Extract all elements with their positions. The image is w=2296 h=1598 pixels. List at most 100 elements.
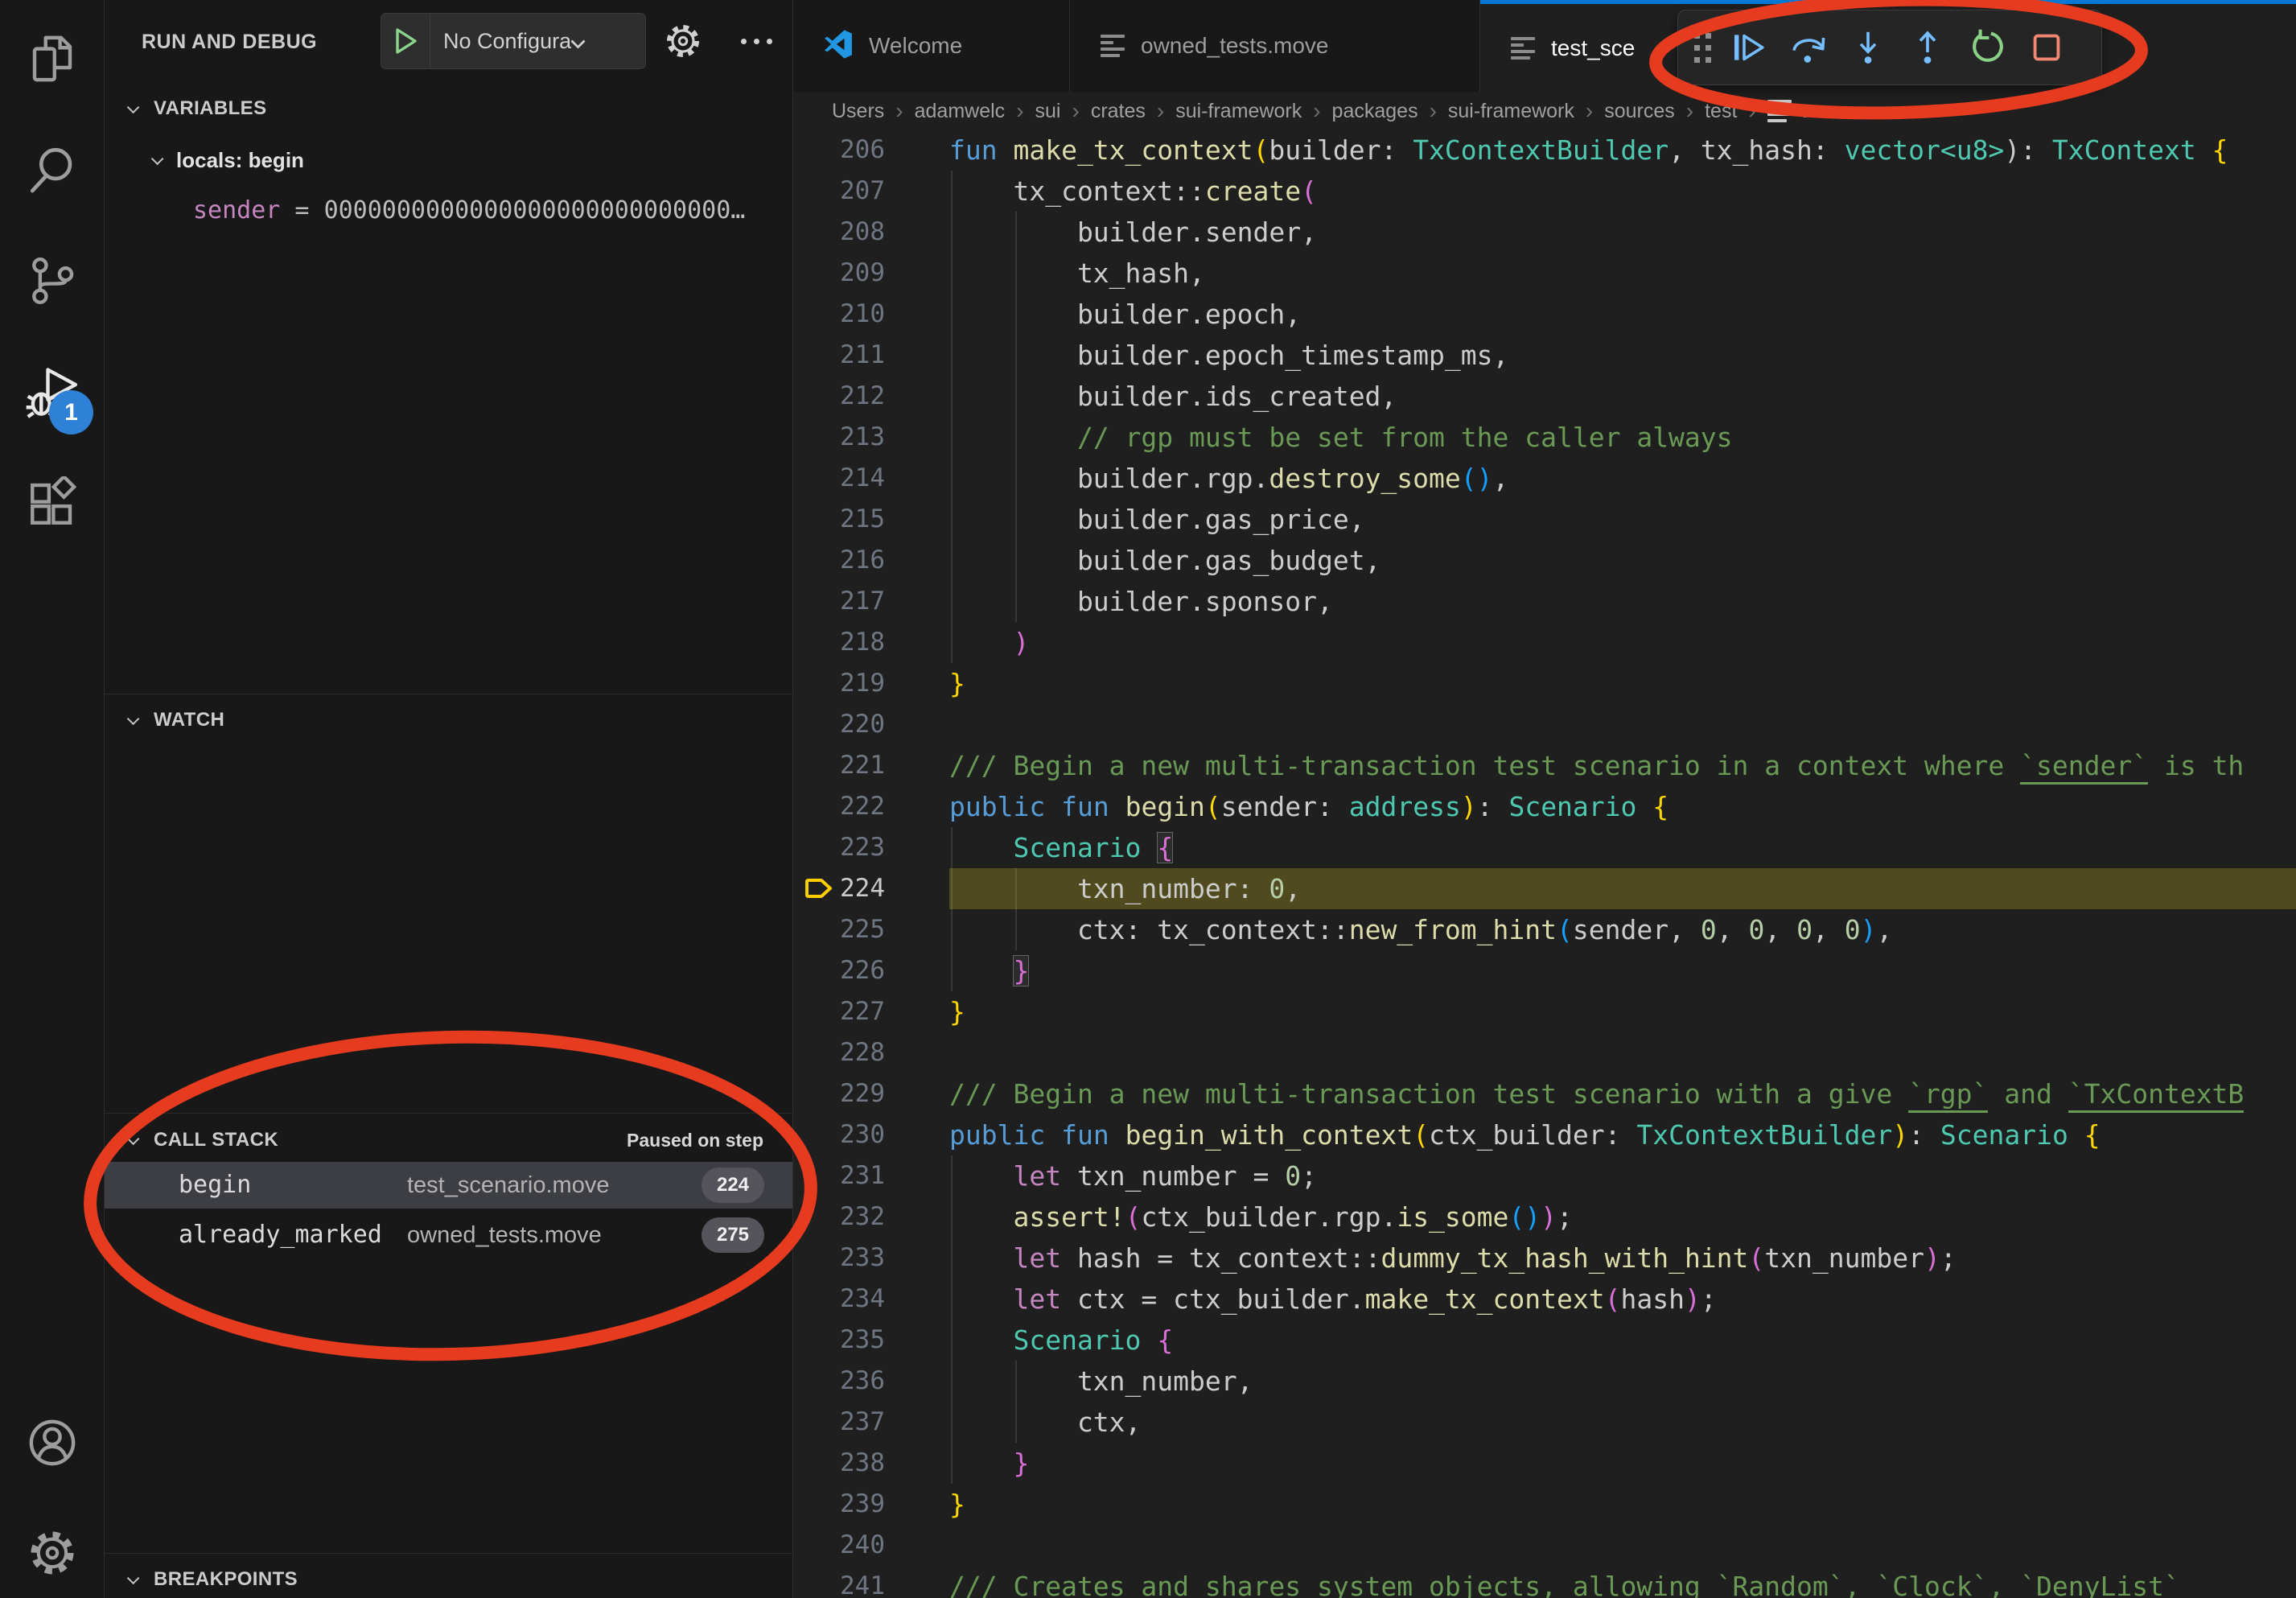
line-number[interactable]: 212	[793, 376, 885, 417]
code-line-230[interactable]: 230public fun begin_with_context(ctx_bui…	[793, 1114, 2296, 1155]
line-number[interactable]: 222	[793, 786, 885, 827]
start-debug-icon[interactable]	[394, 27, 418, 55]
call-stack-frame-already_marked[interactable]: already_markedowned_tests.move275	[105, 1212, 792, 1258]
chevron-down-icon[interactable]	[151, 152, 164, 165]
line-number[interactable]: 209	[793, 253, 885, 294]
section-call-stack[interactable]: CALL STACK Paused on step	[105, 1122, 792, 1159]
breadcrumb-item[interactable]: sui-framework	[1175, 100, 1302, 123]
breadcrumb-item-file[interactable]: te	[1767, 100, 1818, 123]
code-line-215[interactable]: 215 builder.gas_price,	[793, 499, 2296, 540]
code-line-218[interactable]: 218 )	[793, 622, 2296, 663]
debug-settings-gear-icon[interactable]	[663, 21, 703, 61]
code-line-233[interactable]: 233 let hash = tx_context::dummy_tx_hash…	[793, 1238, 2296, 1279]
code-line-241[interactable]: 241/// Creates and shares system objects…	[793, 1566, 2296, 1598]
code-line-206[interactable]: 206fun make_tx_context(builder: TxContex…	[793, 130, 2296, 171]
chevron-down-icon[interactable]	[127, 1132, 140, 1145]
line-number[interactable]: 214	[793, 458, 885, 499]
code-line-232[interactable]: 232 assert!(ctx_builder.rgp.is_some());	[793, 1196, 2296, 1238]
code-line-235[interactable]: 235 Scenario {	[793, 1320, 2296, 1361]
tab-welcome[interactable]: Welcome	[793, 0, 1070, 92]
code-line-239[interactable]: 239}	[793, 1484, 2296, 1525]
code-line-227[interactable]: 227}	[793, 991, 2296, 1032]
code-line-226[interactable]: 226 }	[793, 950, 2296, 991]
code-line-216[interactable]: 216 builder.gas_budget,	[793, 540, 2296, 581]
chevron-down-icon[interactable]	[127, 1571, 140, 1584]
line-number[interactable]: 218	[793, 622, 885, 663]
chevron-down-icon[interactable]	[127, 712, 140, 725]
line-number[interactable]: 225	[793, 909, 885, 950]
line-number[interactable]: 239	[793, 1484, 885, 1525]
debug-step-into-button[interactable]	[1841, 20, 1895, 75]
code-line-221[interactable]: 221/// Begin a new multi-transaction tes…	[793, 745, 2296, 786]
code-line-217[interactable]: 217 builder.sponsor,	[793, 581, 2296, 622]
code-line-223[interactable]: 223 Scenario {	[793, 827, 2296, 868]
code-line-224[interactable]: 224 txn_number: 0,	[793, 868, 2296, 909]
line-number[interactable]: 232	[793, 1196, 885, 1238]
activity-item-search-icon[interactable]	[0, 122, 104, 217]
line-number[interactable]: 206	[793, 130, 885, 171]
breadcrumb-item[interactable]: adamwelc	[915, 100, 1006, 123]
line-number[interactable]: 226	[793, 950, 885, 991]
line-number[interactable]: 234	[793, 1279, 885, 1320]
debug-config-dropdown[interactable]: No Configura	[381, 13, 646, 69]
line-number[interactable]: 216	[793, 540, 885, 581]
code-line-236[interactable]: 236 txn_number,	[793, 1361, 2296, 1402]
line-number[interactable]: 213	[793, 417, 885, 458]
code-line-214[interactable]: 214 builder.rgp.destroy_some(),	[793, 458, 2296, 499]
debug-restart-button[interactable]	[1960, 20, 2014, 75]
code-line-207[interactable]: 207 tx_context::create(	[793, 171, 2296, 212]
line-number[interactable]: 241	[793, 1566, 885, 1598]
line-number[interactable]: 240	[793, 1525, 885, 1566]
line-number[interactable]: 207	[793, 171, 885, 212]
line-number[interactable]: 229	[793, 1073, 885, 1114]
breadcrumb-item[interactable]: sources	[1604, 100, 1675, 123]
line-number[interactable]: 228	[793, 1032, 885, 1073]
code-line-238[interactable]: 238 }	[793, 1443, 2296, 1484]
line-number[interactable]: 223	[793, 827, 885, 868]
breadcrumb-item[interactable]: packages	[1332, 100, 1418, 123]
variable-sender-row[interactable]: sender = 0000000000000000000000000000…	[193, 192, 788, 230]
activity-item-account-icon[interactable]	[0, 1395, 104, 1490]
line-number[interactable]: 233	[793, 1238, 885, 1279]
code-line-219[interactable]: 219}	[793, 663, 2296, 704]
code-line-225[interactable]: 225 ctx: tx_context::new_from_hint(sende…	[793, 909, 2296, 950]
breadcrumb-item[interactable]: crates	[1091, 100, 1146, 123]
line-number[interactable]: 215	[793, 499, 885, 540]
line-number[interactable]: 211	[793, 335, 885, 376]
debug-stop-button[interactable]	[2019, 20, 2074, 75]
activity-item-settings-gear-icon[interactable]	[0, 1505, 104, 1598]
line-number[interactable]: 231	[793, 1155, 885, 1196]
code-line-228[interactable]: 228	[793, 1032, 2296, 1073]
line-number[interactable]: 219	[793, 663, 885, 704]
code-line-237[interactable]: 237 ctx,	[793, 1402, 2296, 1443]
code-line-212[interactable]: 212 builder.ids_created,	[793, 376, 2296, 417]
line-number[interactable]: 227	[793, 991, 885, 1032]
section-breakpoints[interactable]: BREAKPOINTS	[105, 1561, 792, 1598]
code-line-234[interactable]: 234 let ctx = ctx_builder.make_tx_contex…	[793, 1279, 2296, 1320]
line-number[interactable]: 237	[793, 1402, 885, 1443]
line-number[interactable]: 210	[793, 294, 885, 335]
breadcrumb-item[interactable]: sui	[1035, 100, 1061, 123]
line-number[interactable]: 208	[793, 212, 885, 253]
line-number[interactable]: 230	[793, 1114, 885, 1155]
line-number[interactable]: 221	[793, 745, 885, 786]
line-number[interactable]: 220	[793, 704, 885, 745]
line-number[interactable]: 235	[793, 1320, 885, 1361]
activity-item-files-icon[interactable]	[0, 11, 104, 106]
activity-item-source-control-icon[interactable]	[0, 233, 104, 328]
call-stack-frame-begin[interactable]: begintest_scenario.move224	[105, 1162, 792, 1209]
code-line-220[interactable]: 220	[793, 704, 2296, 745]
code-line-240[interactable]: 240	[793, 1525, 2296, 1566]
tab-owned_tests-move[interactable]: owned_tests.move	[1070, 0, 1480, 92]
more-actions-icon[interactable]	[730, 21, 782, 61]
chevron-down-icon[interactable]	[127, 101, 140, 113]
code-line-209[interactable]: 209 tx_hash,	[793, 253, 2296, 294]
current-frame-arrow-icon[interactable]	[804, 871, 835, 909]
line-number[interactable]: 238	[793, 1443, 885, 1484]
line-number[interactable]: 217	[793, 581, 885, 622]
code-line-229[interactable]: 229/// Begin a new multi-transaction tes…	[793, 1073, 2296, 1114]
debug-step-out-button[interactable]	[1900, 20, 1955, 75]
breadcrumb-item[interactable]: Users	[832, 100, 884, 123]
variables-scope-row[interactable]: locals: begin	[105, 142, 792, 179]
breadcrumb-item[interactable]: test	[1705, 100, 1737, 123]
